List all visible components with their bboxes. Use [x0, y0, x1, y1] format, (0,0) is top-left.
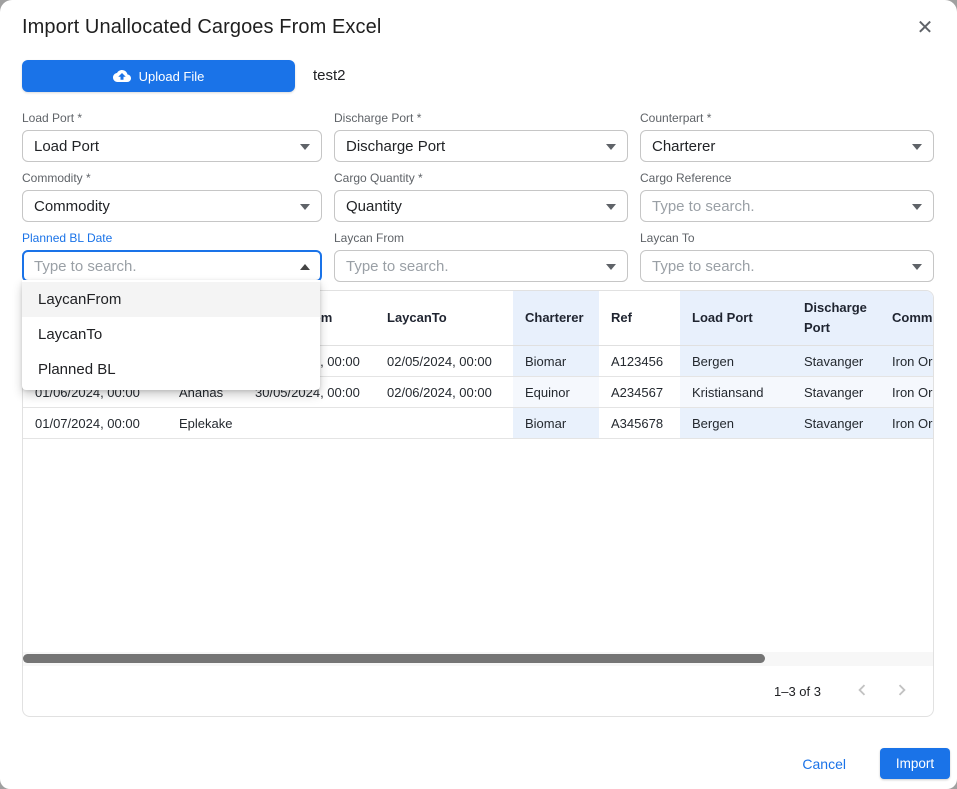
table-cell: Eplekake: [167, 408, 243, 439]
next-page-button[interactable]: [889, 678, 915, 704]
table-cell: Biomar: [513, 346, 599, 377]
field-label: Cargo Quantity *: [334, 172, 628, 185]
table-cell: Bergen: [680, 408, 792, 439]
chevron-right-icon: [891, 679, 913, 701]
field-laycan-from: Laycan From: [334, 232, 628, 283]
table-cell: Biomar: [513, 408, 599, 439]
dialog-title: Import Unallocated Cargoes From Excel: [22, 16, 381, 39]
close-icon[interactable]: ✕: [911, 14, 939, 42]
table-cell: Iron Ore: [884, 377, 934, 408]
dropdown-option-laycanto[interactable]: LaycanTo: [22, 317, 320, 352]
column-header-laycanto: LaycanTo: [375, 291, 513, 346]
chevron-down-icon: [300, 144, 310, 150]
import-button[interactable]: Import: [880, 748, 950, 779]
column-header-load-port: Load Port: [680, 291, 792, 346]
field-counterpart: Counterpart *: [640, 112, 934, 163]
field-label: Laycan To: [640, 232, 934, 245]
table-cell: Stavanger: [792, 377, 884, 408]
field-label: Cargo Reference: [640, 172, 934, 185]
column-header-ref: Ref: [599, 291, 680, 346]
table-row: 01/07/2024, 00:00 Eplekake Biomar A34567…: [23, 408, 934, 439]
mapping-form: Load Port * Discharge Port * Counterpart…: [22, 112, 934, 283]
chevron-left-icon: [851, 679, 873, 701]
chevron-down-icon: [606, 264, 616, 270]
field-label: Discharge Port *: [334, 112, 628, 125]
table-cell: Kristiansand: [680, 377, 792, 408]
previous-page-button[interactable]: [849, 678, 875, 704]
field-planned-bl-date: Planned BL Date: [22, 232, 322, 283]
table-cell: Stavanger: [792, 408, 884, 439]
table-cell: 02/05/2024, 00:00: [375, 346, 513, 377]
cargo-reference-select[interactable]: [640, 190, 934, 222]
table-cell: 01/07/2024, 00:00: [23, 408, 167, 439]
table-cell-laycanto-warning: 02/06/2024, 00:00: [375, 377, 513, 408]
field-label: Planned BL Date: [22, 232, 322, 245]
field-discharge-port: Discharge Port *: [334, 112, 628, 163]
cloud-upload-icon: [113, 67, 131, 85]
upload-file-label: Upload File: [139, 69, 205, 84]
chevron-down-icon: [912, 144, 922, 150]
table-cell: Iron Ore: [884, 346, 934, 377]
table-cell: A123456: [599, 346, 680, 377]
column-header-charterer: Charterer: [513, 291, 599, 346]
field-label: Counterpart *: [640, 112, 934, 125]
cancel-button[interactable]: Cancel: [792, 750, 856, 778]
horizontal-scrollbar-thumb[interactable]: [23, 654, 765, 663]
planned-bl-date-select[interactable]: [22, 250, 322, 282]
table-cell: [375, 408, 513, 439]
table-cell: Iron Ore: [884, 408, 934, 439]
field-cargo-reference: Cargo Reference: [640, 172, 934, 223]
cargo-quantity-select[interactable]: [334, 190, 628, 222]
pagination-range-label: 1–3 of 3: [774, 684, 821, 699]
table-cell: Equinor: [513, 377, 599, 408]
chevron-up-icon: [300, 264, 310, 270]
counterpart-select[interactable]: [640, 130, 934, 162]
horizontal-scrollbar-track[interactable]: [23, 651, 933, 666]
load-port-select[interactable]: [22, 130, 322, 162]
chevron-down-icon: [912, 264, 922, 270]
upload-file-button[interactable]: Upload File: [22, 60, 295, 92]
table-paginator: 1–3 of 3: [23, 666, 933, 716]
chevron-down-icon: [912, 204, 922, 210]
field-label: Commodity *: [22, 172, 322, 185]
laycan-to-select[interactable]: [640, 250, 934, 282]
field-load-port: Load Port *: [22, 112, 322, 163]
dropdown-option-laycanfrom[interactable]: LaycanFrom: [22, 282, 320, 317]
table-cell: A345678: [599, 408, 680, 439]
field-label: Laycan From: [334, 232, 628, 245]
laycan-from-select[interactable]: [334, 250, 628, 282]
import-cargoes-dialog: Import Unallocated Cargoes From Excel ✕ …: [0, 0, 957, 789]
column-header-discharge-port: Discharge Port: [792, 291, 884, 346]
table-cell: Stavanger: [792, 346, 884, 377]
field-commodity: Commodity *: [22, 172, 322, 223]
planned-bl-date-dropdown: LaycanFrom LaycanTo Planned BL: [22, 280, 320, 390]
discharge-port-select[interactable]: [334, 130, 628, 162]
chevron-down-icon: [606, 144, 616, 150]
column-header-commodity: Commodity: [884, 291, 934, 346]
chevron-down-icon: [300, 204, 310, 210]
uploaded-file-name: test2: [313, 67, 346, 84]
dialog-footer: Cancel Import: [792, 748, 950, 779]
commodity-select[interactable]: [22, 190, 322, 222]
table-cell: A234567: [599, 377, 680, 408]
field-label: Load Port *: [22, 112, 322, 125]
field-laycan-to: Laycan To: [640, 232, 934, 283]
table-cell: Bergen: [680, 346, 792, 377]
dropdown-option-planned-bl[interactable]: Planned BL: [22, 352, 320, 387]
field-cargo-quantity: Cargo Quantity *: [334, 172, 628, 223]
chevron-down-icon: [606, 204, 616, 210]
table-cell: [243, 408, 375, 439]
